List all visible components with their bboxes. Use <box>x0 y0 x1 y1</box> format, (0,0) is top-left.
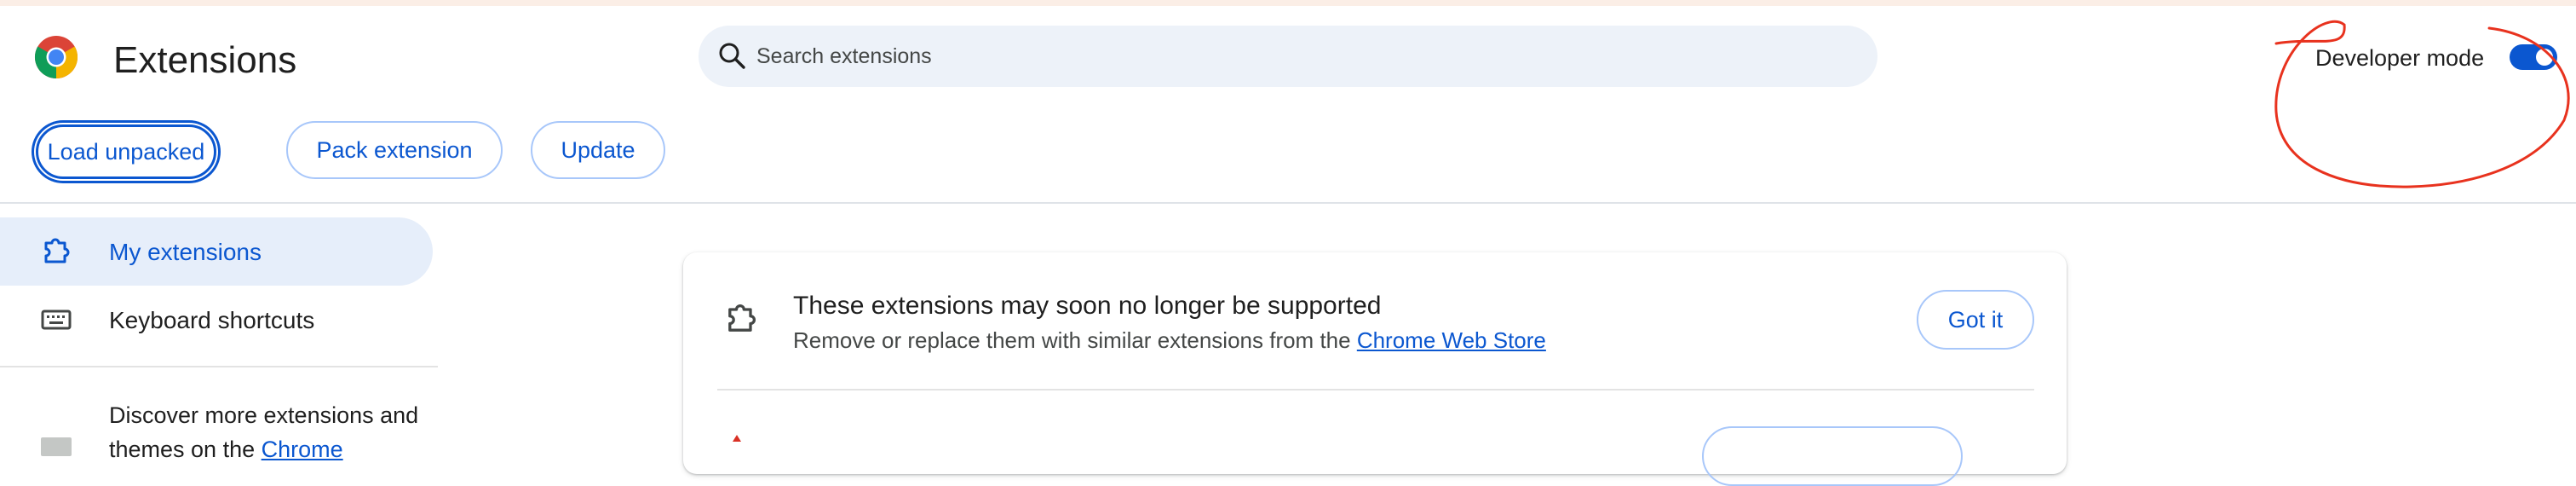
page-title: Extensions <box>113 39 297 81</box>
top-edge <box>0 0 2576 6</box>
search-icon <box>719 43 745 69</box>
notice-title: These extensions may soon no longer be s… <box>793 292 1382 320</box>
annotation-circle <box>2274 20 2570 188</box>
sidebar: My extensions Keyboard shortcuts Discove… <box>0 204 443 462</box>
extension-warning-icon <box>733 435 741 442</box>
keyboard-icon <box>41 310 72 330</box>
extension-puzzle-icon <box>44 238 70 263</box>
extension-puzzle-icon <box>728 304 756 332</box>
load-unpacked-button[interactable]: Load unpacked <box>36 124 216 179</box>
sidebar-divider <box>0 366 438 367</box>
sidebar-item-label: Keyboard shortcuts <box>109 307 315 333</box>
got-it-button[interactable]: Got it <box>1917 290 2034 350</box>
unsupported-extensions-notice: These extensions may soon no longer be s… <box>683 252 2067 486</box>
discover-more-text: Discover more extensions and themes on t… <box>109 402 419 462</box>
notice-divider <box>717 389 2034 391</box>
page-header: Extensions Search extensions Developer m… <box>0 6 2576 204</box>
chrome-web-store-link[interactable]: Chrome Web Store <box>1357 327 1546 353</box>
extension-action-button[interactable] <box>1702 426 1963 486</box>
update-button[interactable]: Update <box>531 121 665 179</box>
sidebar-item-my-extensions[interactable]: My extensions <box>0 217 433 286</box>
pack-extension-button[interactable]: Pack extension <box>286 121 503 179</box>
chrome-web-store-link[interactable]: Chrome <box>262 437 343 462</box>
search-bar[interactable]: Search extensions <box>699 26 1877 87</box>
chrome-logo-icon <box>34 36 78 79</box>
notice-description: Remove or replace them with similar exte… <box>793 327 1546 353</box>
search-input[interactable]: Search extensions <box>756 43 932 70</box>
web-store-icon <box>41 437 72 456</box>
sidebar-item-keyboard-shortcuts[interactable]: Keyboard shortcuts <box>0 286 433 354</box>
sidebar-item-label: My extensions <box>109 239 262 265</box>
